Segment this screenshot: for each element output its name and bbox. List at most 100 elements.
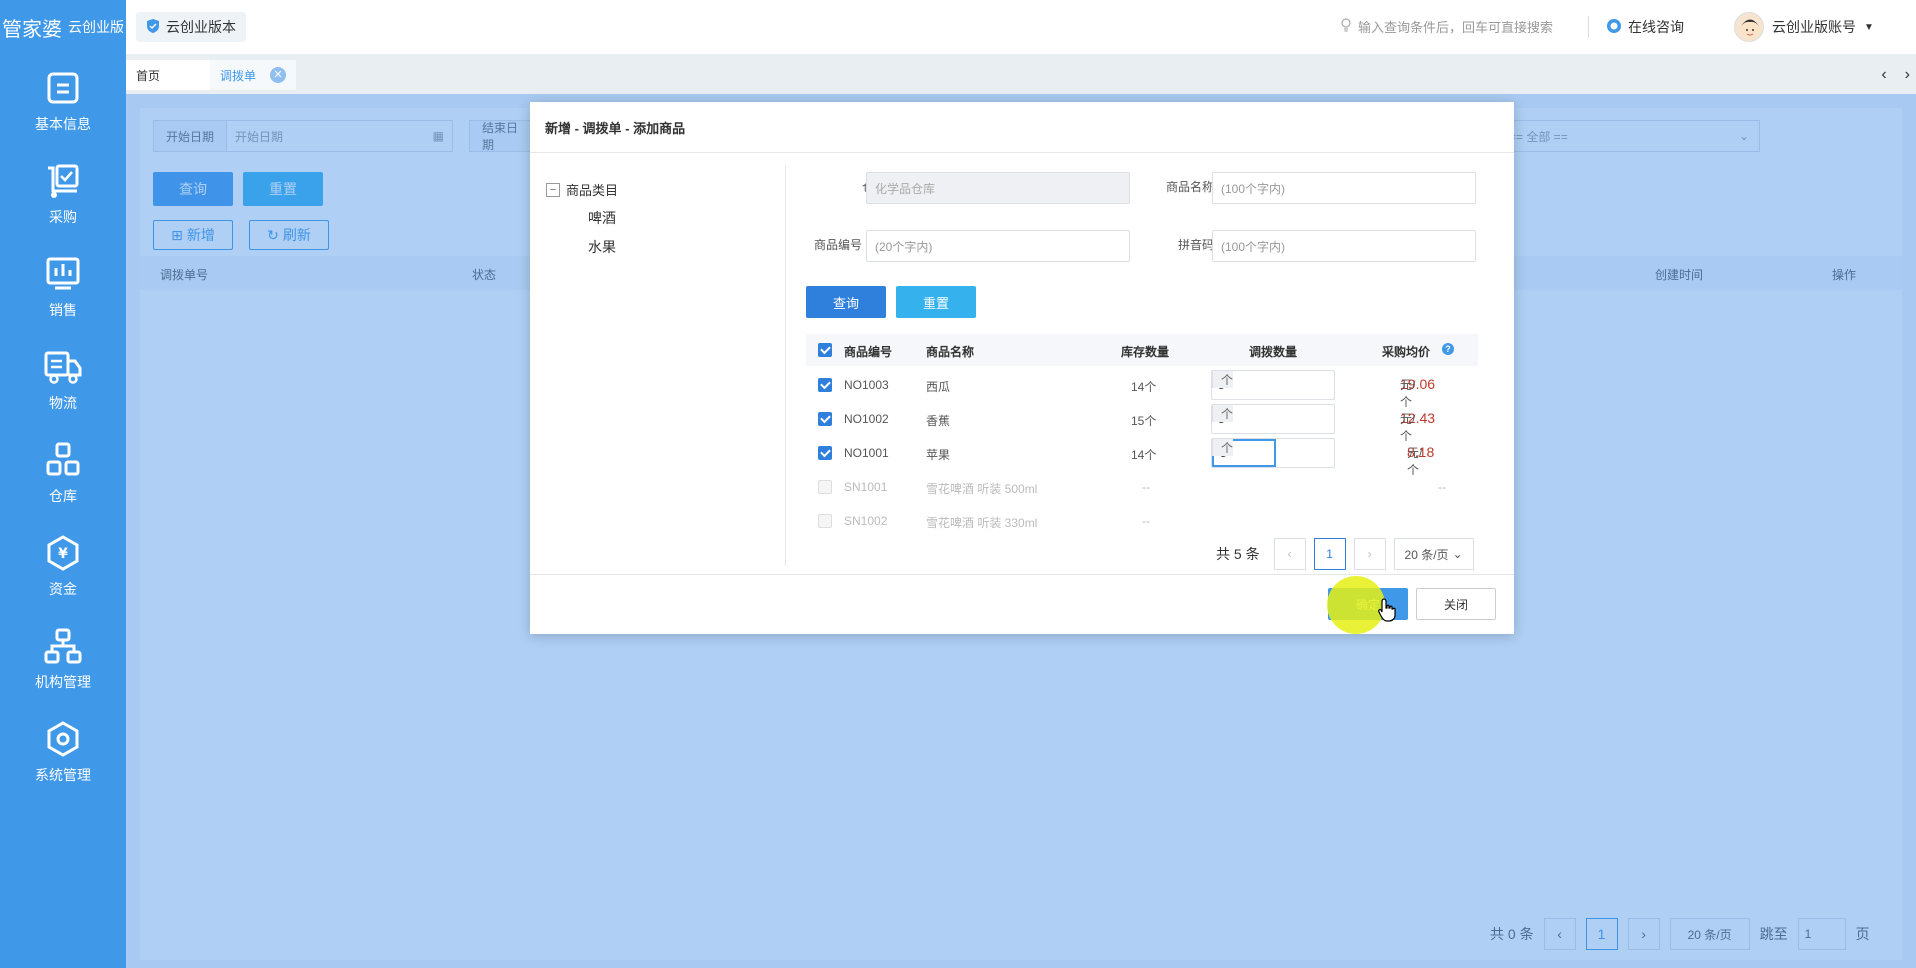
sidebar-item-purchase[interactable]: 采购 [0, 147, 126, 240]
row-checkbox [818, 480, 832, 494]
close-icon[interactable]: ✕ [270, 67, 287, 83]
yen-icon: ¥ [43, 533, 83, 573]
select-all-checkbox[interactable] [818, 343, 832, 357]
hand-cursor-icon [1378, 598, 1396, 625]
sidebar-item-label: 机构管理 [35, 673, 91, 690]
tree-node-beer[interactable]: 啤酒 [588, 208, 616, 228]
tree-node-fruit[interactable]: 水果 [588, 237, 616, 257]
tab-bar: 首页 调拨单 ✕ ‹ › [126, 54, 1916, 94]
transfer-qty-input[interactable]: 5 个 [1211, 438, 1335, 468]
sales-chart-icon [43, 254, 83, 294]
warehouse-icon [43, 440, 83, 480]
next-page-button[interactable]: › [1353, 538, 1386, 570]
purchase-icon [43, 161, 83, 201]
account-menu[interactable]: 云创业版账号 ▼ [1734, 12, 1874, 42]
tab-home[interactable]: 首页 [126, 60, 210, 90]
dialog-query-button[interactable]: 查询 [806, 286, 886, 318]
dialog-footer-divider [530, 574, 1514, 575]
click-highlight [1327, 576, 1385, 634]
goods-name-placeholder: (100个字内) [1221, 181, 1286, 196]
header-divider [1588, 16, 1589, 38]
table-row: NO1002 香蕉 15个 5 个 12.43元/个 [806, 402, 1478, 443]
transfer-qty-unit: 个 [1212, 439, 1234, 456]
chevron-down-icon: ⌄ [1452, 547, 1463, 561]
col-avg-price: 采购均价 [1382, 345, 1431, 359]
settings-hex-icon [43, 719, 83, 759]
help-icon[interactable]: ? [1442, 343, 1454, 355]
dialog-query-label: 查询 [832, 295, 859, 311]
collapse-icon[interactable]: − [546, 182, 560, 197]
goods-name: 雪花啤酒 听装 330ml [926, 516, 1038, 530]
tab-label: 调拨单 [220, 68, 257, 83]
table-row: NO1001 苹果 14个 5 个 8.18元/个 [806, 436, 1478, 477]
sidebar-item-system[interactable]: 系统管理 [0, 705, 126, 798]
close-label: 关闭 [1443, 597, 1468, 612]
goods-name-input[interactable]: (100个字内) [1212, 172, 1476, 204]
close-button[interactable]: 关闭 [1416, 588, 1496, 620]
pinyin-placeholder: (100个字内) [1221, 239, 1286, 254]
goods-code-input[interactable]: (20个字内) [866, 230, 1130, 262]
sidebar-item-label: 基本信息 [35, 115, 91, 132]
consult-label: 在线咨询 [1628, 19, 1684, 35]
goods-name-label: 商品名称 [1165, 180, 1214, 194]
tab-label: 首页 [136, 68, 161, 83]
pinyin-input[interactable]: (100个字内) [1212, 230, 1476, 262]
goods-name: 香蕉 [926, 414, 951, 428]
chat-bubble-icon [1606, 18, 1622, 37]
tab-transfer-order[interactable]: 调拨单 ✕ [210, 60, 297, 90]
sidebar-item-label: 销售 [49, 301, 77, 318]
lightbulb-icon [1340, 18, 1352, 35]
add-goods-dialog: 新增 - 调拨单 - 添加商品 − 商品类目 啤酒 水果 仓库 化学品仓库 商品… [530, 102, 1514, 634]
table-row: NO1003 西瓜 14个 5 个 19.06元/个 [806, 368, 1478, 409]
sidebar-item-org[interactable]: 机构管理 [0, 612, 126, 705]
dialog-divider [530, 152, 1514, 153]
row-checkbox[interactable] [818, 446, 832, 460]
col-stock: 库存数量 [1121, 345, 1170, 359]
sidebar-item-funds[interactable]: ¥ 资金 [0, 519, 126, 612]
transfer-qty-input[interactable]: 5 个 [1211, 370, 1335, 400]
transfer-qty-unit: 个 [1212, 371, 1234, 388]
online-consult-button[interactable]: 在线咨询 [1606, 17, 1684, 37]
tab-scroll-arrows: ‹ › [1881, 66, 1910, 84]
stock-qty: 15个 [1131, 414, 1157, 428]
brand-edition: 云创业版 [68, 19, 124, 35]
shield-icon [146, 18, 160, 37]
goods-code: NO1002 [844, 412, 889, 426]
col-name: 商品名称 [926, 345, 975, 359]
header-search[interactable]: 输入查询条件后，回车可直接搜索 [1340, 17, 1553, 36]
sidebar-item-warehouse[interactable]: 仓库 [0, 426, 126, 519]
goods-name: 雪花啤酒 听装 500ml [926, 482, 1038, 496]
version-badge[interactable]: 云创业版本 [136, 12, 246, 42]
row-checkbox[interactable] [818, 412, 832, 426]
dialog-title: 新增 - 调拨单 - 添加商品 [545, 121, 686, 136]
page-number[interactable]: 1 [1313, 538, 1346, 570]
dialog-reset-button[interactable]: 重置 [896, 286, 976, 318]
table-row: SN1002 雪花啤酒 听装 330ml -- [806, 504, 1478, 538]
page-size-value: 20 条/页 [1404, 547, 1449, 562]
goods-code: SN1002 [844, 514, 888, 528]
sidebar: 管家婆 云创业版 基本信息 采购 销售 物流 仓库 ¥ 资金 机构管理 系统管理 [0, 0, 126, 968]
transfer-qty-input[interactable]: 5 个 [1211, 404, 1335, 434]
table-row: SN1001 雪花啤酒 听装 500ml -- -- [806, 470, 1478, 504]
dialog-reset-label: 重置 [922, 295, 949, 311]
sidebar-item-sales[interactable]: 销售 [0, 240, 126, 333]
goods-code: NO1003 [844, 378, 889, 392]
tree-root-label: 商品类目 [566, 183, 619, 198]
brand-logo: 管家婆 云创业版 [0, 0, 126, 54]
stock-qty: -- [1142, 480, 1150, 494]
header-search-placeholder: 输入查询条件后，回车可直接搜索 [1358, 20, 1554, 35]
dialog-pagination: 共 5 条 ‹ 1 › 20 条/页 ⌄ [1216, 538, 1474, 570]
sidebar-item-basic-info[interactable]: 基本信息 [0, 54, 126, 147]
sidebar-item-logistics[interactable]: 物流 [0, 333, 126, 426]
info-card-icon [43, 68, 83, 108]
chevron-left-icon[interactable]: ‹ [1881, 66, 1886, 84]
prev-page-button[interactable]: ‹ [1273, 538, 1306, 570]
tree-node-root[interactable]: − 商品类目 [546, 180, 618, 199]
page-size-select[interactable]: 20 条/页 ⌄ [1393, 538, 1474, 570]
org-tree-icon [43, 626, 83, 666]
stock-qty: 14个 [1131, 448, 1157, 462]
stock-qty: 14个 [1131, 380, 1157, 394]
chevron-right-icon[interactable]: › [1905, 66, 1910, 84]
row-checkbox[interactable] [818, 378, 832, 392]
goods-name: 西瓜 [926, 380, 951, 394]
